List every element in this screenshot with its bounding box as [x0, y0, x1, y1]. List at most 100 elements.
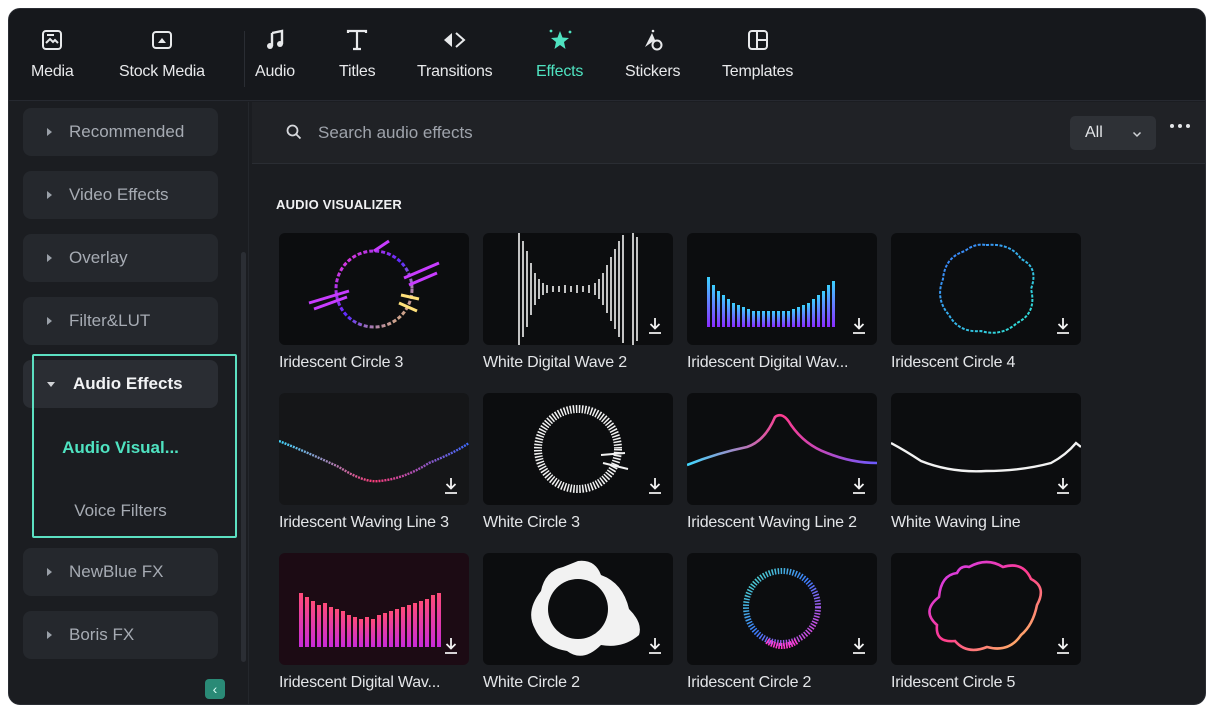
sidebar-item-overlay[interactable]: Overlay: [23, 234, 218, 282]
effect-card[interactable]: Iridescent Digital Wav...: [279, 553, 469, 692]
download-icon[interactable]: [1054, 636, 1072, 656]
sidebar-item-label: Audio Effects: [73, 374, 183, 393]
tab-label: Templates: [722, 63, 794, 80]
templates-icon: [745, 27, 771, 53]
search-input[interactable]: [318, 119, 818, 147]
white-circle-visual: [531, 560, 640, 656]
effect-card[interactable]: Iridescent Circle 4: [891, 233, 1081, 372]
download-icon[interactable]: [850, 636, 868, 656]
more-options-icon[interactable]: [1170, 124, 1190, 128]
effect-name: Iridescent Waving Line 2: [687, 514, 857, 531]
sidebar-item-video-effects[interactable]: Video Effects: [23, 171, 218, 219]
tab-label: Transitions: [417, 63, 493, 80]
sidebar-item-label: Overlay: [69, 248, 128, 267]
iridescent-circle-visual: [308, 239, 440, 329]
tab-stock-media[interactable]: Stock Media: [119, 27, 205, 93]
expand-arrow-icon: [47, 317, 52, 325]
download-icon[interactable]: [850, 476, 868, 496]
effect-card[interactable]: Iridescent Digital Wav...: [687, 233, 877, 372]
effect-thumbnail: [279, 393, 469, 505]
download-icon[interactable]: [442, 636, 460, 656]
effect-name: Iridescent Digital Wav...: [687, 354, 849, 371]
effect-card[interactable]: White Waving Line: [891, 393, 1081, 532]
effect-card[interactable]: White Digital Wave 2: [483, 233, 673, 372]
expand-arrow-icon: [47, 631, 52, 639]
download-icon[interactable]: [1054, 316, 1072, 336]
category-sidebar: Recommended Video Effects Overlay Filter…: [9, 102, 249, 704]
effect-thumbnail: [891, 233, 1081, 345]
sidebar-item-label: Video Effects: [69, 185, 169, 204]
effect-name: Iridescent Waving Line 3: [279, 514, 449, 531]
effect-name: Iridescent Circle 3: [279, 354, 404, 371]
sidebar-item-newblue-fx[interactable]: NewBlue FX: [23, 548, 218, 596]
tab-titles[interactable]: Titles: [339, 27, 376, 93]
effect-name: Iridescent Circle 2: [687, 674, 812, 691]
download-icon[interactable]: [1054, 476, 1072, 496]
effect-thumbnail: [483, 233, 673, 345]
tab-media[interactable]: Media: [31, 27, 74, 93]
sidebar-item-label: NewBlue FX: [69, 562, 164, 581]
effect-thumbnail: [687, 553, 877, 665]
effect-card[interactable]: Iridescent Circle 5: [891, 553, 1081, 692]
effect-card[interactable]: White Circle 3: [483, 393, 673, 532]
iridescent-waving-line-visual: [687, 413, 877, 467]
tab-stickers[interactable]: Stickers: [625, 27, 681, 93]
tab-effects[interactable]: Effects: [536, 27, 583, 93]
filter-dropdown[interactable]: All: [1070, 116, 1156, 150]
sidebar-subitem-audio-visualizer[interactable]: Audio Visual...: [23, 424, 218, 472]
sidebar-subitem-voice-filters[interactable]: Voice Filters: [23, 487, 218, 535]
sidebar-item-recommended[interactable]: Recommended: [23, 108, 218, 156]
sidebar-item-boris-fx[interactable]: Boris FX: [23, 611, 218, 659]
download-icon[interactable]: [442, 476, 460, 496]
effect-card[interactable]: White Circle 2: [483, 553, 673, 692]
iridescent-waving-line-visual: [279, 439, 469, 483]
tab-label: Stickers: [625, 63, 681, 80]
download-icon[interactable]: [646, 636, 664, 656]
top-toolbar: Media Stock Media Audio Titles Transitio…: [9, 9, 1205, 101]
tab-label: Titles: [339, 63, 376, 80]
effect-card[interactable]: Iridescent Circle 3: [279, 233, 469, 372]
chevron-down-icon: [1132, 126, 1142, 144]
expand-arrow-icon: [47, 568, 52, 576]
effect-thumbnail: [891, 553, 1081, 665]
effect-name: Iridescent Circle 4: [891, 354, 1016, 371]
tab-label: Stock Media: [119, 63, 205, 80]
download-icon[interactable]: [646, 316, 664, 336]
sidebar-item-label: Filter&LUT: [69, 311, 151, 330]
iridescent-digital-wave-visual: [707, 277, 835, 327]
white-waving-line-visual: [891, 441, 1081, 473]
effect-name: White Circle 2: [483, 674, 580, 691]
sidebar-item-audio-effects[interactable]: Audio Effects: [23, 360, 218, 408]
effect-thumbnail: [891, 393, 1081, 505]
toolbar-divider: [244, 31, 245, 87]
effects-panel: Media Stock Media Audio Titles Transitio…: [8, 8, 1206, 705]
titles-t-icon: [344, 27, 370, 53]
tab-transitions[interactable]: Transitions: [417, 27, 493, 93]
effects-star-icon: [547, 27, 573, 53]
download-icon[interactable]: [646, 476, 664, 496]
iridescent-circle-visual: [928, 560, 1043, 652]
iridescent-circle-visual: [743, 568, 821, 649]
sidebar-item-filter-lut[interactable]: Filter&LUT: [23, 297, 218, 345]
tab-templates[interactable]: Templates: [722, 27, 793, 93]
sidebar-scrollbar[interactable]: [241, 252, 246, 662]
sidebar-item-label: Boris FX: [69, 625, 135, 644]
filter-value: All: [1085, 124, 1103, 141]
collapse-sidebar-button[interactable]: ‹: [205, 679, 225, 699]
effect-thumbnail: [483, 393, 673, 505]
transitions-icon: [442, 27, 468, 53]
tab-label: Media: [31, 63, 74, 80]
tab-audio[interactable]: Audio: [255, 27, 295, 93]
effect-card[interactable]: Iridescent Circle 2: [687, 553, 877, 692]
effect-card[interactable]: Iridescent Waving Line 2: [687, 393, 877, 532]
effect-name: Iridescent Digital Wav...: [279, 674, 441, 691]
white-circle-visual: [534, 405, 629, 493]
effect-card[interactable]: Iridescent Waving Line 3: [279, 393, 469, 532]
expand-arrow-icon: [47, 191, 52, 199]
download-icon[interactable]: [850, 316, 868, 336]
iridescent-circle-visual: [939, 243, 1035, 334]
sidebar-item-label: Recommended: [69, 122, 185, 141]
stock-media-icon: [149, 27, 175, 53]
stickers-icon: [640, 27, 666, 53]
collapse-arrow-icon: [47, 381, 55, 387]
